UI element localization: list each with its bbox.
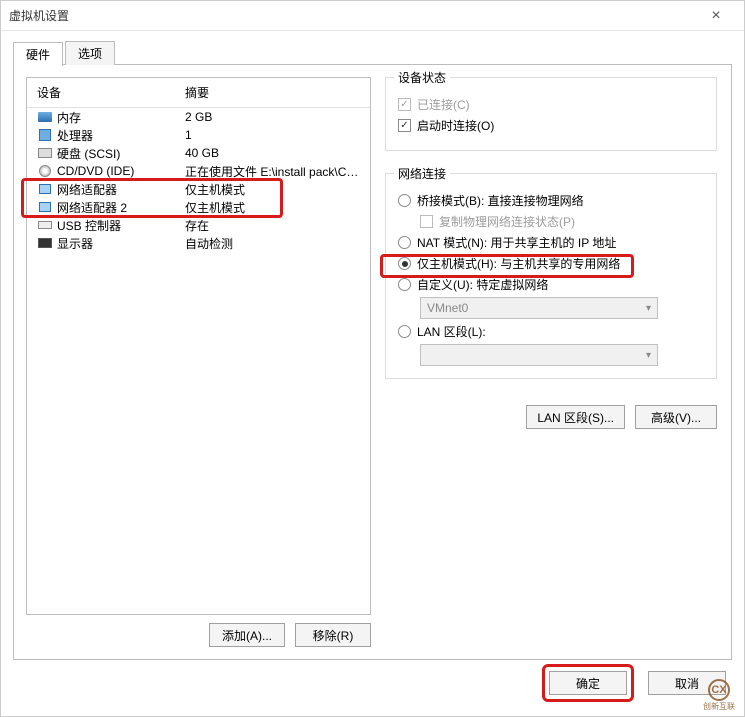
row-summary: 仅主机模式 xyxy=(185,181,362,198)
titlebar: 虚拟机设置 × xyxy=(1,1,744,31)
checkbox-replicate: 复制物理网络连接状态(P) xyxy=(420,213,704,230)
lan-segments-button[interactable]: LAN 区段(S)... xyxy=(526,405,625,429)
row-label: CD/DVD (IDE) xyxy=(57,164,185,178)
radio-icon xyxy=(398,257,411,270)
row-nic2[interactable]: 网络适配器 2 仅主机模式 xyxy=(27,198,370,216)
window-title: 虚拟机设置 xyxy=(9,7,696,24)
row-label: 内存 xyxy=(57,109,185,126)
tabs: 硬件 选项 xyxy=(13,41,732,65)
combo-value: VMnet0 xyxy=(427,301,468,315)
usb-icon xyxy=(37,217,53,233)
checkbox-label: 启动时连接(O) xyxy=(417,117,494,134)
cpu-icon xyxy=(37,127,53,143)
radio-icon xyxy=(398,236,411,249)
combo-lan-segment: ▾ xyxy=(420,344,658,366)
logo-icon: CX xyxy=(708,679,730,701)
network-icon xyxy=(37,199,53,215)
ok-button[interactable]: 确定 xyxy=(549,671,627,695)
row-label: 显示器 xyxy=(57,235,185,252)
radio-icon xyxy=(398,194,411,207)
radio-hostonly[interactable]: 仅主机模式(H): 与主机共享的专用网络 xyxy=(398,255,704,272)
radio-label: 仅主机模式(H): 与主机共享的专用网络 xyxy=(417,255,620,272)
radio-lan[interactable]: LAN 区段(L): xyxy=(398,323,704,340)
row-label: USB 控制器 xyxy=(57,217,185,234)
close-icon[interactable]: × xyxy=(696,1,736,31)
row-hdd[interactable]: 硬盘 (SCSI) 40 GB xyxy=(27,144,370,162)
vm-settings-window: 虚拟机设置 × 硬件 选项 设备 摘要 内存 xyxy=(0,0,745,717)
checkbox-icon xyxy=(398,119,411,132)
logo-text: 创新互联 xyxy=(703,701,735,712)
row-display[interactable]: 显示器 自动检测 xyxy=(27,234,370,252)
checkbox-label: 复制物理网络连接状态(P) xyxy=(439,213,575,230)
right-panel: 设备状态 已连接(C) 启动时连接(O) 网络连接 桥接模式(B): 直接连接物 xyxy=(385,77,719,647)
radio-label: 自定义(U): 特定虚拟网络 xyxy=(417,276,548,293)
row-usb[interactable]: USB 控制器 存在 xyxy=(27,216,370,234)
row-summary: 仅主机模式 xyxy=(185,199,362,216)
combo-custom-vnet: VMnet0 ▾ xyxy=(420,297,658,319)
group-title: 设备状态 xyxy=(394,69,450,86)
device-rows: 内存 2 GB 处理器 1 硬盘 (SCSI) 40 GB xyxy=(27,108,370,252)
checkbox-icon xyxy=(420,215,433,228)
add-button[interactable]: 添加(A)... xyxy=(209,623,285,647)
device-list-header: 设备 摘要 xyxy=(27,78,370,108)
memory-icon xyxy=(37,109,53,125)
device-status-group: 设备状态 已连接(C) 启动时连接(O) xyxy=(385,77,717,151)
radio-custom[interactable]: 自定义(U): 特定虚拟网络 xyxy=(398,276,704,293)
network-icon xyxy=(37,181,53,197)
radio-nat[interactable]: NAT 模式(N): 用于共享主机的 IP 地址 xyxy=(398,234,704,251)
row-cpu[interactable]: 处理器 1 xyxy=(27,126,370,144)
radio-label: NAT 模式(N): 用于共享主机的 IP 地址 xyxy=(417,234,616,251)
row-summary: 自动检测 xyxy=(185,235,362,252)
row-summary: 存在 xyxy=(185,217,362,234)
checkbox-connect-on-power[interactable]: 启动时连接(O) xyxy=(398,117,704,134)
radio-label: LAN 区段(L): xyxy=(417,323,486,340)
row-label: 网络适配器 xyxy=(57,181,185,198)
network-connection-group: 网络连接 桥接模式(B): 直接连接物理网络 复制物理网络连接状态(P) NAT… xyxy=(385,173,717,379)
row-summary: 正在使用文件 E:\install pack\Ce... xyxy=(185,163,362,180)
client-area: 硬件 选项 设备 摘要 内存 2 GB xyxy=(1,31,744,716)
highlight-ok: 确定 xyxy=(542,664,634,702)
row-label: 网络适配器 2 xyxy=(57,199,185,216)
radio-bridged[interactable]: 桥接模式(B): 直接连接物理网络 xyxy=(398,192,704,209)
row-nic1[interactable]: 网络适配器 仅主机模式 xyxy=(27,180,370,198)
right-buttons: LAN 区段(S)... 高级(V)... xyxy=(385,405,717,429)
row-label: 处理器 xyxy=(57,127,185,144)
harddisk-icon xyxy=(37,145,53,161)
group-title: 网络连接 xyxy=(394,165,450,182)
tab-content: 设备 摘要 内存 2 GB 处理器 1 xyxy=(13,64,732,660)
row-label: 硬盘 (SCSI) xyxy=(57,145,185,162)
advanced-button[interactable]: 高级(V)... xyxy=(635,405,717,429)
radio-icon xyxy=(398,278,411,291)
watermark-logo: CX 创新互联 xyxy=(695,675,743,715)
row-memory[interactable]: 内存 2 GB xyxy=(27,108,370,126)
checkbox-label: 已连接(C) xyxy=(417,96,470,113)
left-panel: 设备 摘要 内存 2 GB 处理器 1 xyxy=(26,77,371,647)
device-list: 设备 摘要 内存 2 GB 处理器 1 xyxy=(26,77,371,615)
cd-icon xyxy=(37,163,53,179)
row-summary: 2 GB xyxy=(185,110,362,124)
chevron-down-icon: ▾ xyxy=(646,303,651,314)
radio-icon xyxy=(398,325,411,338)
col-summary: 摘要 xyxy=(185,84,362,101)
radio-label: 桥接模式(B): 直接连接物理网络 xyxy=(417,192,584,209)
tab-options[interactable]: 选项 xyxy=(65,41,115,65)
tab-hardware[interactable]: 硬件 xyxy=(13,42,63,66)
checkbox-icon xyxy=(398,98,411,111)
row-summary: 1 xyxy=(185,128,362,142)
display-icon xyxy=(37,235,53,251)
row-cddvd[interactable]: CD/DVD (IDE) 正在使用文件 E:\install pack\Ce..… xyxy=(27,162,370,180)
left-buttons: 添加(A)... 移除(R) xyxy=(26,623,371,647)
remove-button[interactable]: 移除(R) xyxy=(295,623,371,647)
checkbox-connected: 已连接(C) xyxy=(398,96,704,113)
row-summary: 40 GB xyxy=(185,146,362,160)
chevron-down-icon: ▾ xyxy=(646,350,651,361)
col-device: 设备 xyxy=(37,84,185,101)
